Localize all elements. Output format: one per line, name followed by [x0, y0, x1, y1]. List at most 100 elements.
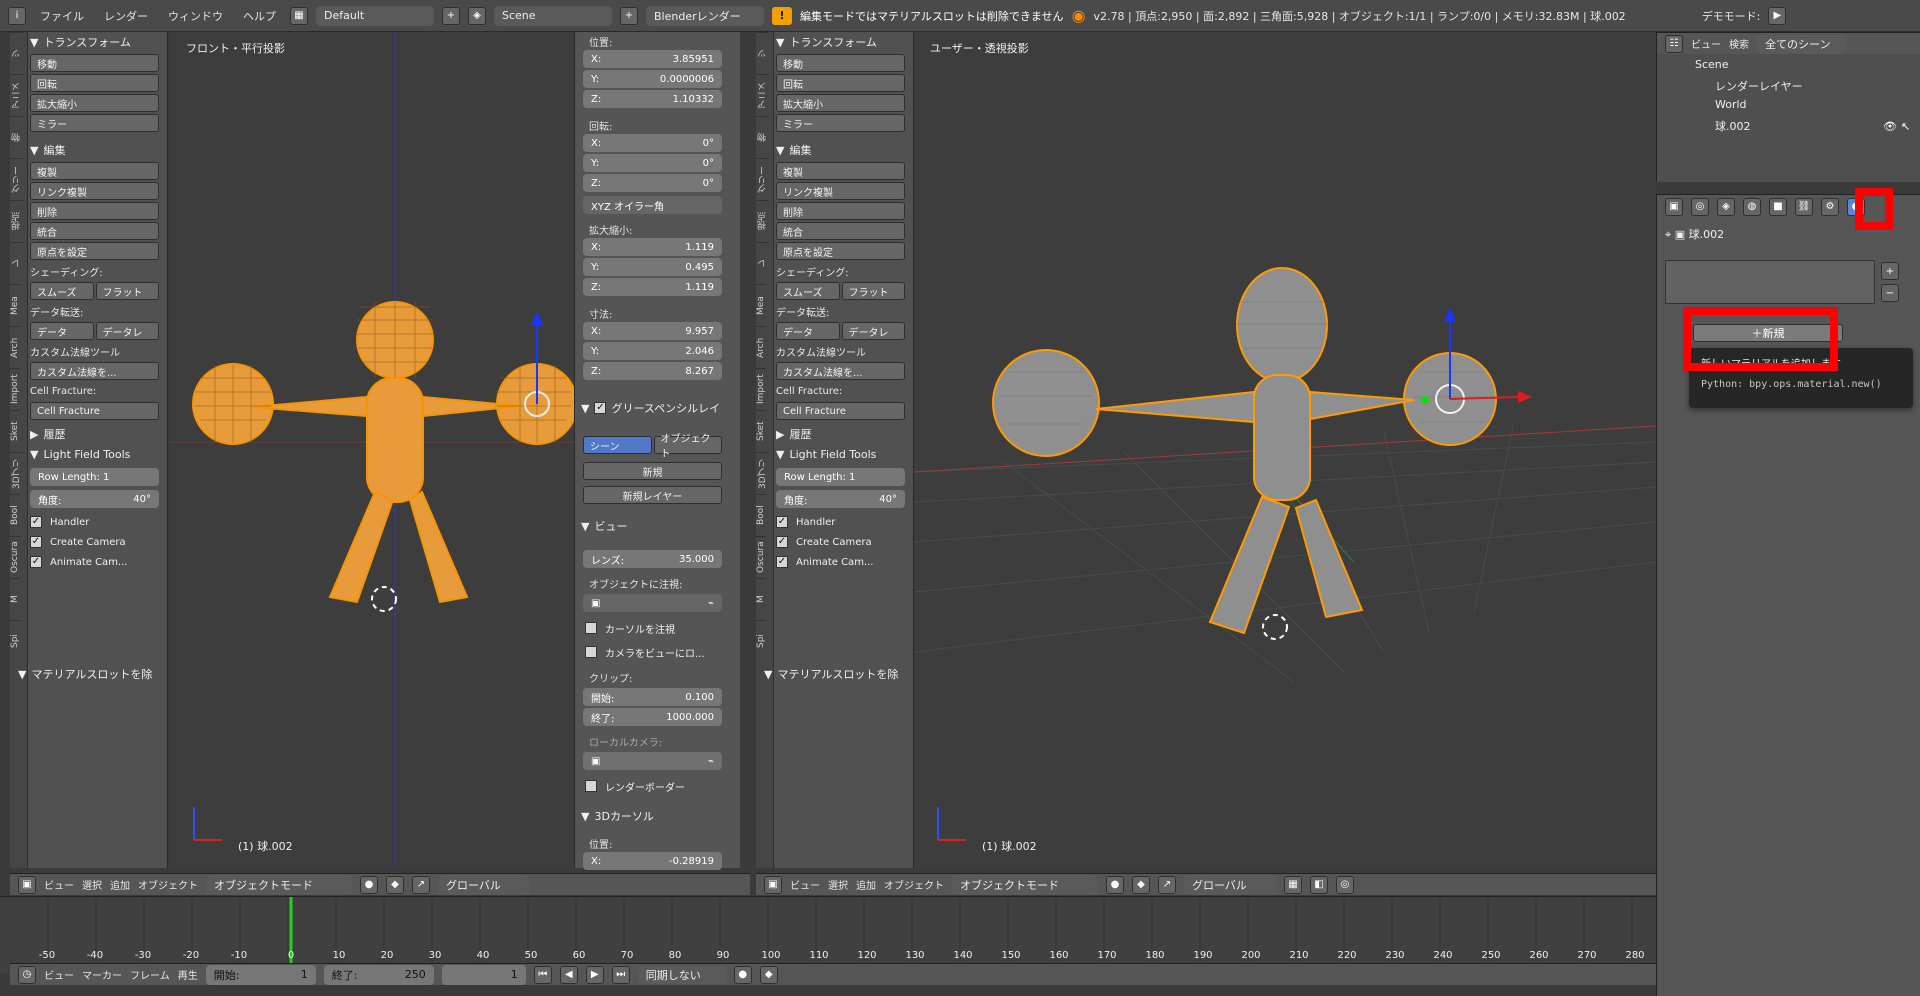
- scale-y-field[interactable]: Y: 0.495: [583, 258, 722, 276]
- right-tool-tab-arch[interactable]: Arch: [756, 326, 766, 368]
- right-tool-tab-view[interactable]: 視点: [756, 200, 769, 242]
- link-duplicate-button[interactable]: リンク複製: [30, 182, 159, 200]
- rotate-button[interactable]: 回転: [30, 74, 159, 92]
- grease-pencil-header[interactable]: ▼ ✓ グリースペンシルレイ: [581, 398, 720, 418]
- pivot-icon[interactable]: ◆: [1132, 875, 1150, 894]
- left-object-menu[interactable]: オブジェクト: [138, 877, 198, 892]
- object-tab-icon[interactable]: ■: [1769, 197, 1787, 216]
- left-select-menu[interactable]: 選択: [82, 877, 102, 892]
- outliner-editor-icon[interactable]: ☷: [1665, 34, 1683, 53]
- data-button[interactable]: データ: [30, 322, 94, 340]
- info-editor-icon[interactable]: i: [8, 6, 26, 25]
- right-duplicate-button[interactable]: 複製: [776, 162, 905, 180]
- right-view-menu[interactable]: ビュー: [790, 877, 820, 892]
- render-border-checkbox[interactable]: レンダーボーダー: [585, 776, 685, 796]
- tool-tab-m[interactable]: M: [10, 578, 20, 620]
- mirror-button[interactable]: ミラー: [30, 114, 159, 132]
- properties-editor-icon[interactable]: ▣: [1665, 197, 1683, 216]
- scene-toggle[interactable]: シーン: [583, 436, 652, 454]
- right-tool-tab-measure[interactable]: Mea: [756, 284, 766, 326]
- scale-button[interactable]: 拡大縮小: [30, 94, 159, 112]
- right-join-button[interactable]: 統合: [776, 222, 905, 240]
- eyedropper-icon[interactable]: ⌁: [708, 756, 714, 767]
- lock-object-field[interactable]: ▣ ⌁: [583, 594, 722, 612]
- scale-x-field[interactable]: X: 1.119: [583, 238, 722, 256]
- layers-icon[interactable]: ▦: [1284, 875, 1302, 894]
- history-header[interactable]: ▶ 履歴: [30, 424, 159, 444]
- clip-end-field[interactable]: 終了: 1000.000: [583, 708, 722, 726]
- front-ortho-viewport[interactable]: フロント・平行投影 (1) 球.002: [170, 32, 574, 868]
- add-scene-icon[interactable]: +: [620, 6, 638, 25]
- camera-to-view-checkbox[interactable]: カメラをビューにロ...: [585, 642, 705, 662]
- right-cell-fracture-button[interactable]: Cell Fracture: [776, 402, 905, 420]
- lock-cursor-checkbox[interactable]: カーソルを注視: [585, 618, 675, 638]
- scene-icon[interactable]: ◈: [468, 6, 486, 25]
- right-tool-tab-grease[interactable]: グリー: [756, 158, 769, 200]
- delete-button[interactable]: 削除: [30, 202, 159, 220]
- render-engine-select[interactable]: Blenderレンダー: [646, 5, 764, 26]
- tool-tab-bool[interactable]: Bool: [10, 494, 20, 536]
- right-edit-header[interactable]: ▼ 編集: [776, 140, 905, 160]
- right-add-menu[interactable]: 追加: [856, 877, 876, 892]
- scale-z-field[interactable]: Z: 1.119: [583, 278, 722, 296]
- layout-select[interactable]: Default: [316, 5, 434, 26]
- angle-field[interactable]: 角度: 40°: [30, 490, 159, 508]
- right-delete-button[interactable]: 削除: [776, 202, 905, 220]
- left-orientation-select[interactable]: グローバル: [438, 874, 530, 895]
- pin-icon[interactable]: ⌖: [1665, 228, 1671, 241]
- cursor-panel-header[interactable]: ▼ 3Dカーソル: [581, 806, 654, 826]
- timeline-playback-menu[interactable]: 再生: [178, 967, 198, 982]
- outliner-world[interactable]: World: [1715, 98, 1747, 111]
- left-last-operator-panel[interactable]: ▼ マテリアルスロットを除: [18, 664, 163, 684]
- right-light-field-header[interactable]: ▼ Light Field Tools: [776, 444, 905, 464]
- right-move-button[interactable]: 移動: [776, 54, 905, 72]
- render-icon[interactable]: ◎: [1336, 875, 1354, 894]
- right-animate-camera-checkbox[interactable]: ✓ Animate Cam...: [776, 552, 905, 572]
- constraints-tab-icon[interactable]: ⛓: [1795, 197, 1813, 216]
- move-button[interactable]: 移動: [30, 54, 159, 72]
- tool-tab-physics[interactable]: 物: [10, 116, 23, 158]
- timeline-view-menu[interactable]: ビュー: [44, 967, 74, 982]
- timeline-frame-menu[interactable]: フレーム: [130, 967, 170, 982]
- menu-window[interactable]: ウィンドウ: [162, 8, 229, 24]
- menu-render[interactable]: レンダー: [98, 8, 154, 24]
- rotation-x-field[interactable]: X: 0°: [583, 134, 722, 152]
- start-frame-field[interactable]: 開始: 1: [205, 964, 316, 985]
- viewport-shading-icon[interactable]: ●: [1106, 875, 1124, 894]
- location-z-field[interactable]: Z: 1.10332: [583, 90, 722, 108]
- new-grease-button[interactable]: 新規: [583, 462, 722, 480]
- add-slot-icon[interactable]: +: [1881, 262, 1899, 280]
- user-perspective-viewport[interactable]: ユーザー・透視投影 (1) 球.002: [914, 32, 1656, 868]
- right-link-duplicate-button[interactable]: リンク複製: [776, 182, 905, 200]
- modifier-tab-icon[interactable]: ⚙: [1821, 197, 1839, 216]
- custom-normals-button[interactable]: カスタム法線を...: [30, 362, 159, 380]
- eyedropper-icon[interactable]: ⌁: [708, 598, 714, 609]
- pivot-icon[interactable]: ◆: [386, 875, 404, 894]
- right-set-origin-button[interactable]: 原点を設定: [776, 242, 905, 260]
- clip-start-field[interactable]: 開始: 0.100: [583, 688, 722, 706]
- visibility-eye-icon[interactable]: 👁: [1883, 120, 1897, 133]
- row-length-field[interactable]: Row Length: 1: [30, 468, 159, 486]
- flat-button[interactable]: フラット: [95, 282, 159, 300]
- new-material-button[interactable]: ＋ 新規: [1693, 324, 1843, 342]
- right-mirror-button[interactable]: ミラー: [776, 114, 905, 132]
- right-tool-tab-3dprint[interactable]: 3Dプリ: [756, 452, 769, 494]
- rotation-y-field[interactable]: Y: 0°: [583, 154, 722, 172]
- right-tool-tab-animation[interactable]: アニメ: [756, 74, 769, 116]
- end-frame-field[interactable]: 終了: 250: [323, 964, 434, 985]
- lens-field[interactable]: レンズ: 35.000: [583, 550, 722, 568]
- tool-tab-view[interactable]: 視点: [10, 200, 23, 242]
- tool-tab-oscura[interactable]: Oscura: [10, 536, 20, 578]
- right-tool-tab-import[interactable]: Import: [756, 368, 766, 410]
- layout-icon[interactable]: ▦: [290, 6, 308, 25]
- left-mode-select[interactable]: オブジェクトモード: [206, 874, 352, 895]
- right-scale-button[interactable]: 拡大縮小: [776, 94, 905, 112]
- right-history-header[interactable]: ▶ 履歴: [776, 424, 905, 444]
- create-camera-checkbox[interactable]: ✓ Create Camera: [30, 532, 159, 552]
- outliner-scene[interactable]: Scene: [1695, 58, 1729, 71]
- cell-fracture-button[interactable]: Cell Fracture: [30, 402, 159, 420]
- right-create-camera-checkbox[interactable]: ✓ Create Camera: [776, 532, 905, 552]
- tool-tab-tools[interactable]: ツ: [10, 32, 23, 74]
- snap-icon[interactable]: ◧: [1310, 875, 1328, 894]
- object-toggle[interactable]: オブジェクト: [653, 434, 722, 460]
